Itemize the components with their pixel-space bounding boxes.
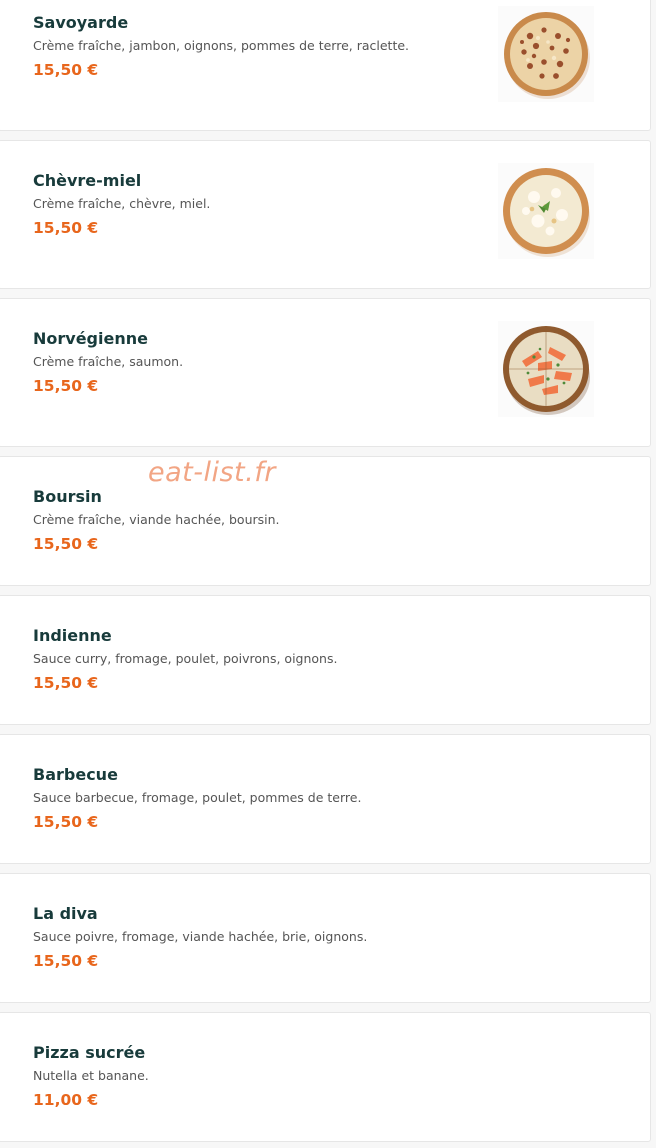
menu-item-text: Chèvre-miel Crème fraîche, chèvre, miel.… [33,171,480,238]
menu-item-description: Crème fraîche, viande hachée, boursin. [33,512,280,527]
menu-item-price: 15,50 € [33,219,99,237]
menu-item-price: 15,50 € [33,813,99,831]
savoyarde-pizza-photo [498,6,594,102]
menu-item-description: Crème fraîche, jambon, oignons, pommes d… [33,38,410,53]
menu-item-card-barbecue[interactable]: Barbecue Sauce barbecue, fromage, poulet… [0,734,651,864]
menu-item-price: 15,50 € [33,377,99,395]
menu-item-card-savoyarde[interactable]: Savoyarde Crème fraîche, jambon, oignons… [0,0,651,131]
menu-item-text: Boursin Crème fraîche, viande hachée, bo… [33,487,480,554]
menu-item-price: 11,00 € [33,1091,99,1109]
menu-item-name: Savoyarde [33,13,129,32]
menu-item-name: Boursin [33,487,102,506]
menu-item-description: Crème fraîche, saumon. [33,354,184,369]
menu-item-card-chevre-miel[interactable]: Chèvre-miel Crème fraîche, chèvre, miel.… [0,140,651,289]
menu-item-text: La diva Sauce poivre, fromage, viande ha… [33,904,480,971]
menu-item-name: La diva [33,904,98,923]
menu-item-price: 15,50 € [33,952,99,970]
menu-item-name: Indienne [33,626,112,645]
menu-item-price: 15,50 € [33,61,99,79]
menu-item-name: Norvégienne [33,329,148,348]
menu-item-price: 15,50 € [33,535,99,553]
norvegienne-pizza-photo [498,321,594,417]
menu-item-card-indienne[interactable]: Indienne Sauce curry, fromage, poulet, p… [0,595,651,725]
menu-item-text: Savoyarde Crème fraîche, jambon, oignons… [33,13,480,80]
menu-item-description: Sauce curry, fromage, poulet, poivrons, … [33,651,338,666]
menu-item-text: Indienne Sauce curry, fromage, poulet, p… [33,626,480,693]
menu-item-name: Chèvre-miel [33,171,142,190]
menu-item-card-norvegienne[interactable]: Norvégienne Crème fraîche, saumon. 15,50… [0,298,651,447]
menu-item-text: Norvégienne Crème fraîche, saumon. 15,50… [33,329,480,396]
menu-item-name: Pizza sucrée [33,1043,146,1062]
menu-item-description: Sauce barbecue, fromage, poulet, pommes … [33,790,362,805]
menu-item-description: Sauce poivre, fromage, viande hachée, br… [33,929,368,944]
menu-item-text: Pizza sucrée Nutella et banane. 11,00 € [33,1043,480,1110]
menu-item-card-boursin[interactable]: Boursin Crème fraîche, viande hachée, bo… [0,456,651,586]
menu-item-card-pizza-sucree[interactable]: Pizza sucrée Nutella et banane. 11,00 € [0,1012,651,1142]
menu-item-description: Crème fraîche, chèvre, miel. [33,196,211,211]
chevre-miel-pizza-photo [498,163,594,259]
menu-item-text: Barbecue Sauce barbecue, fromage, poulet… [33,765,480,832]
menu-item-price: 15,50 € [33,674,99,692]
menu-item-description: Nutella et banane. [33,1068,149,1083]
menu-item-card-la-diva[interactable]: La diva Sauce poivre, fromage, viande ha… [0,873,651,1003]
menu-item-name: Barbecue [33,765,118,784]
